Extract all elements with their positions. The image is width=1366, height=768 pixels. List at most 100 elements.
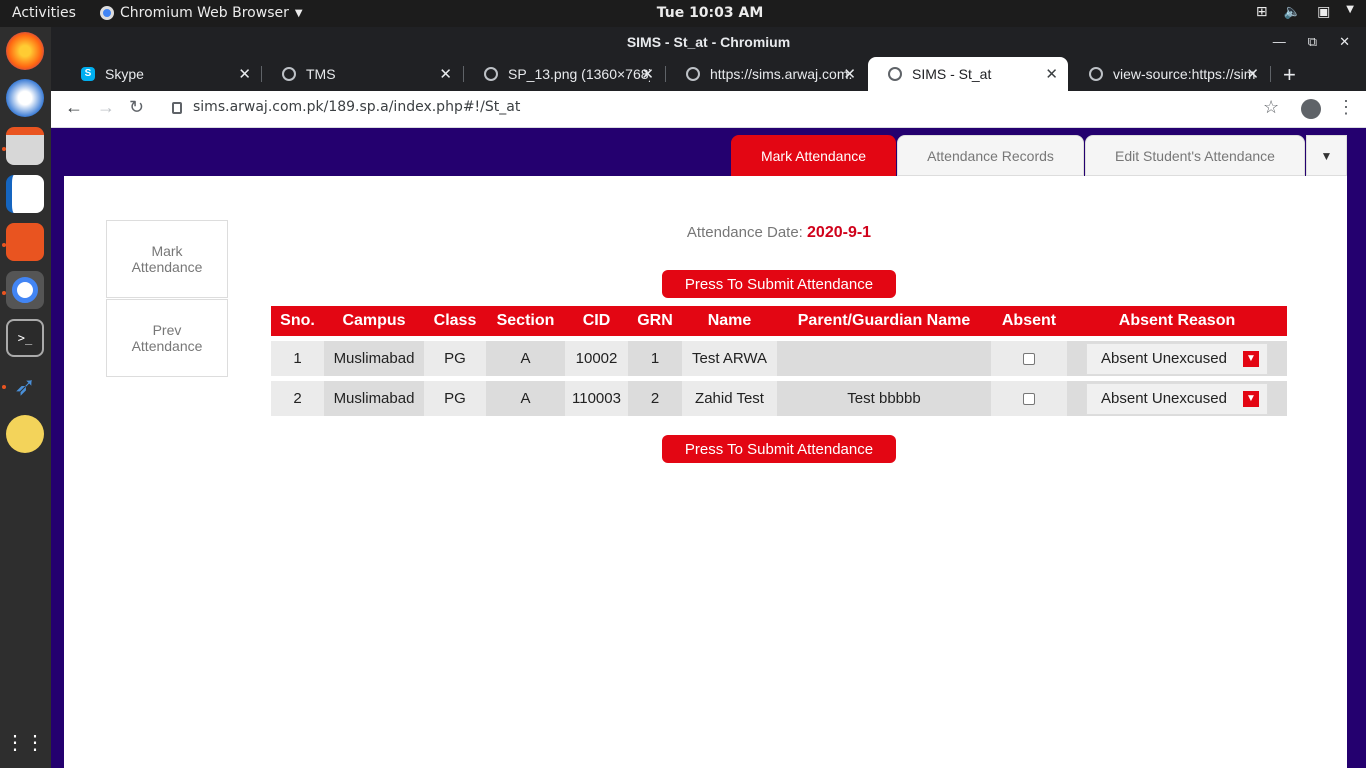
chromium-dock-icon[interactable] — [6, 271, 44, 309]
tab-edit-students-attendance[interactable]: Edit Student's Attendance — [1085, 135, 1305, 176]
cell-sno: 2 — [271, 381, 324, 421]
attendance-table: Sno. Campus Class Section CID GRN Name P… — [271, 306, 1287, 421]
bookmark-star-icon[interactable]: ☆ — [1263, 97, 1279, 118]
cell-grn: 2 — [628, 381, 682, 421]
teapot-icon[interactable] — [6, 415, 44, 453]
reload-icon[interactable]: ↻ — [129, 97, 144, 118]
lock-icon[interactable] — [172, 102, 182, 114]
clock[interactable]: Tue 10:03 AM — [0, 5, 1366, 21]
close-tab-icon[interactable]: ✕ — [439, 65, 452, 83]
tab-sp13[interactable]: SP_13.png (1360×768) ✕ — [464, 57, 664, 91]
cell-name: Zahid Test — [682, 381, 777, 421]
globe-icon — [484, 67, 498, 81]
close-tab-icon[interactable]: ✕ — [238, 65, 251, 83]
absent-checkbox[interactable] — [1023, 393, 1035, 406]
header-absent: Absent — [991, 306, 1067, 336]
chevron-down-icon: ▼ — [1243, 350, 1259, 367]
web-page: Mark Attendance Attendance Records Edit … — [51, 128, 1366, 768]
chevron-down-icon: ▼ — [1243, 390, 1259, 407]
absent-reason-select[interactable]: Absent Unexcused ▼ — [1086, 382, 1268, 415]
cell-section: A — [486, 381, 565, 421]
tab-attendance-records[interactable]: Attendance Records — [897, 135, 1084, 176]
globe-icon — [888, 67, 902, 81]
tab-sims-st-at[interactable]: SIMS - St_at ✕ — [868, 57, 1068, 91]
tab-skype[interactable]: S Skype ✕ — [61, 57, 261, 91]
cell-parent — [777, 341, 991, 381]
header-class: Class — [424, 306, 486, 336]
table-header-row: Sno. Campus Class Section CID GRN Name P… — [271, 306, 1287, 336]
tab-title: SIMS - St_at — [912, 66, 992, 82]
close-icon[interactable]: ✕ — [1339, 27, 1350, 57]
menu-kebab-icon[interactable]: ⋮ — [1337, 97, 1355, 118]
system-tray[interactable]: ⊞ 🔈 ▣ ▼ — [1256, 4, 1354, 20]
new-tab-icon[interactable]: + — [1283, 62, 1296, 88]
globe-icon — [1089, 67, 1103, 81]
cell-cid: 110003 — [565, 381, 628, 421]
header-absent-reason: Absent Reason — [1067, 306, 1287, 336]
forward-icon[interactable]: → — [97, 97, 115, 118]
dock: >_ ➶ ⋮⋮ — [0, 27, 51, 768]
running-indicator — [2, 291, 6, 295]
cell-absent — [991, 341, 1067, 381]
browser-toolbar: ← → ↻ sims.arwaj.com.pk/189.sp.a/index.p… — [51, 91, 1366, 128]
header-grn: GRN — [628, 306, 682, 336]
maximize-icon[interactable]: ⧉ — [1308, 27, 1317, 57]
tab-strip: S Skype ✕ TMS ✕ SP_13.png (1360×768) ✕ h… — [51, 57, 1366, 91]
terminal-icon[interactable]: >_ — [6, 319, 44, 357]
attendance-date-label: Attendance Date: — [686, 224, 803, 241]
chevron-down-icon: ▼ — [1346, 4, 1354, 15]
header-sno: Sno. — [271, 306, 324, 336]
cell-cid: 10002 — [565, 341, 628, 381]
battery-icon: ▣ — [1317, 4, 1331, 20]
firefox-icon[interactable] — [6, 32, 44, 70]
tab-title: Skype — [105, 66, 144, 82]
cell-class: PG — [424, 341, 486, 381]
minimize-icon[interactable]: — — [1273, 27, 1286, 57]
tab-title: https://sims.arwaj.com.pk — [710, 66, 852, 82]
cell-campus: Muslimabad — [324, 341, 424, 381]
network-icon: ⊞ — [1255, 4, 1268, 20]
back-icon[interactable]: ← — [65, 97, 83, 118]
close-tab-icon[interactable]: ✕ — [1246, 65, 1259, 83]
absent-reason-value: Absent Unexcused — [1101, 390, 1227, 407]
software-icon[interactable] — [6, 223, 44, 261]
cell-campus: Muslimabad — [324, 381, 424, 421]
header-section: Section — [486, 306, 565, 336]
close-tab-icon[interactable]: ✕ — [641, 65, 654, 83]
close-tab-icon[interactable]: ✕ — [843, 65, 856, 83]
tab-view-source[interactable]: view-source:https://sims ✕ — [1069, 57, 1269, 91]
table-row: 1 Muslimabad PG A 10002 1 Test ARWA Abse… — [271, 341, 1287, 381]
close-tab-icon[interactable]: ✕ — [1045, 65, 1058, 83]
file-manager-icon[interactable] — [6, 127, 44, 165]
absent-reason-value: Absent Unexcused — [1101, 350, 1227, 367]
writer-icon[interactable] — [6, 175, 44, 213]
dolphin-icon[interactable]: ➶ — [6, 367, 44, 405]
cell-absent-reason: Absent Unexcused ▼ — [1067, 341, 1287, 381]
submit-attendance-button-top[interactable]: Press To Submit Attendance — [662, 270, 896, 298]
header-parent: Parent/Guardian Name — [777, 306, 991, 336]
globe-icon — [282, 67, 296, 81]
window-controls: — ⧉ ✕ — [1273, 27, 1350, 57]
cell-name: Test ARWA — [682, 341, 777, 381]
cell-class: PG — [424, 381, 486, 421]
tab-tms[interactable]: TMS ✕ — [262, 57, 462, 91]
absent-checkbox[interactable] — [1023, 353, 1035, 366]
show-apps-icon[interactable]: ⋮⋮ — [5, 723, 45, 761]
side-button-mark-attendance[interactable]: Mark Attendance — [106, 220, 228, 298]
volume-icon: 🔈 — [1283, 4, 1302, 20]
tab-mark-attendance[interactable]: Mark Attendance — [731, 135, 896, 176]
address-bar[interactable]: sims.arwaj.com.pk/189.sp.a/index.php#!/S… — [193, 99, 520, 115]
absent-reason-select[interactable]: Absent Unexcused ▼ — [1086, 342, 1268, 375]
submit-attendance-button-bottom[interactable]: Press To Submit Attendance — [662, 435, 896, 463]
nav-dropdown-toggle[interactable]: ▼ — [1306, 135, 1347, 176]
header-campus: Campus — [324, 306, 424, 336]
cell-absent — [991, 381, 1067, 421]
tab-sims-arwaj[interactable]: https://sims.arwaj.com.pk ✕ — [666, 57, 866, 91]
side-button-prev-attendance[interactable]: Prev Attendance — [106, 299, 228, 377]
system-top-bar: Activities Chromium Web Browser ▼ Tue 10… — [0, 0, 1366, 27]
profile-icon[interactable] — [1301, 99, 1321, 119]
thunderbird-icon[interactable] — [6, 79, 44, 117]
skype-icon: S — [81, 67, 95, 81]
attendance-date-value: 2020-9-1 — [807, 224, 872, 241]
table-row: 2 Muslimabad PG A 110003 2 Zahid Test Te… — [271, 381, 1287, 421]
